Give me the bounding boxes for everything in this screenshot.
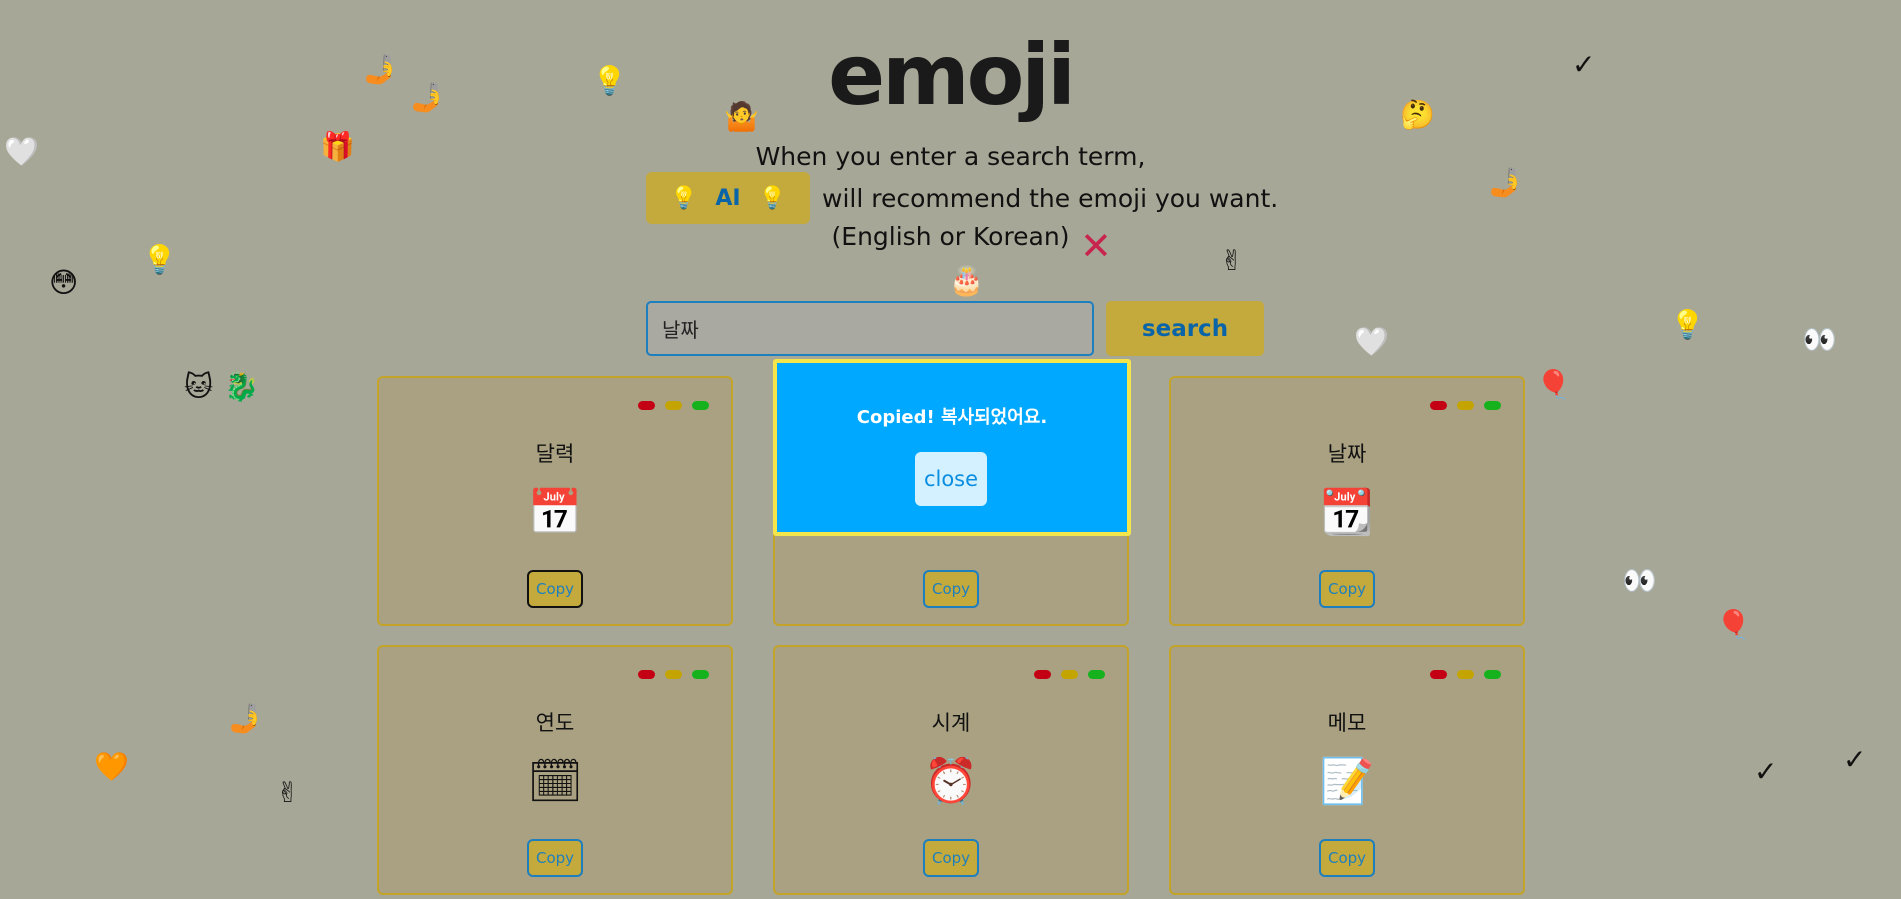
copy-button[interactable]: Copy	[527, 570, 583, 608]
card-title: 날짜	[1327, 442, 1367, 466]
ai-label: AI	[715, 185, 741, 211]
ai-description: will recommend the emoji you want.	[822, 183, 1279, 213]
copy-button[interactable]: Copy	[1319, 839, 1375, 877]
check-icon: ✓	[1843, 743, 1867, 776]
eyes-icon: 👀	[1622, 564, 1657, 597]
window-dots	[638, 401, 709, 410]
card-title: 메모	[1327, 711, 1367, 735]
emoji-card: 메모 📝 Copy	[1169, 645, 1525, 895]
search-input[interactable]	[646, 301, 1094, 356]
flushed-face-icon: 😳	[49, 266, 79, 299]
selfie-icon: 🤳	[363, 53, 398, 86]
emoji-card: 달력 📅 Copy	[377, 376, 733, 626]
check-icon: ✓	[1572, 48, 1596, 81]
emoji-card: 시계 ⏰ Copy	[773, 645, 1129, 895]
lightbulb-icon: 💡	[142, 243, 177, 276]
selfie-icon: 🤳	[1488, 166, 1523, 199]
copy-button[interactable]: Copy	[1319, 570, 1375, 608]
selfie-icon: 🤳	[228, 702, 263, 735]
selfie-icon: 🤳	[410, 81, 445, 114]
ai-badge: 💡 AI 💡	[646, 172, 810, 224]
eyes-icon: 👀	[1802, 323, 1837, 356]
window-dots	[1430, 670, 1501, 679]
shrug-icon: 🤷	[724, 100, 759, 133]
modal-message: Copied! 복사되었어요.	[856, 407, 1048, 428]
card-title: 달력	[535, 442, 575, 466]
lightbulb-icon: 💡	[758, 185, 787, 211]
calendar-icon: 📆	[1319, 487, 1375, 538]
check-icon: ✓	[1754, 755, 1778, 788]
gift-icon: 🎁	[320, 130, 355, 163]
alarm-clock-icon: ⏰	[923, 756, 979, 807]
search-button[interactable]: search	[1106, 301, 1264, 356]
balloon-icon: 🎈	[1716, 608, 1751, 641]
window-dots	[638, 670, 709, 679]
dragon-icon: 🐉	[224, 370, 259, 403]
victory-hand-icon: ✌	[276, 776, 300, 809]
copy-button[interactable]: Copy	[923, 570, 979, 608]
app-logo: emoji	[828, 26, 1076, 124]
spiral-calendar-icon: 🗓	[527, 756, 583, 807]
intro-line-1: When you enter a search term,	[755, 142, 1146, 171]
victory-hand-icon: ✌	[1220, 244, 1244, 277]
emoji-card: 연도 🗓 Copy	[377, 645, 733, 895]
card-title: 연도	[535, 711, 575, 735]
card-title: 시계	[931, 711, 971, 735]
intro-line-2: 💡 AI 💡 will recommend the emoji you want…	[646, 172, 1278, 224]
cake-icon: 🎂	[949, 264, 984, 297]
cat-icon: 🐱	[184, 370, 214, 403]
copy-button[interactable]: Copy	[527, 839, 583, 877]
emoji-card: 날짜 📆 Copy	[1169, 376, 1525, 626]
clear-icon[interactable]: ✕	[1080, 226, 1112, 266]
copy-button[interactable]: Copy	[923, 839, 979, 877]
thinking-face-icon: 🤔	[1400, 98, 1435, 131]
white-heart-icon: 🤍	[4, 135, 39, 168]
lightbulb-icon: 💡	[592, 64, 627, 97]
white-heart-icon: 🤍	[1354, 325, 1389, 358]
intro-line-3: (English or Korean)	[831, 222, 1070, 251]
window-dots	[1430, 401, 1501, 410]
calendar-icon: 📅	[527, 487, 583, 538]
modal-close-button[interactable]: close	[915, 452, 987, 506]
lightbulb-icon: 💡	[669, 185, 698, 211]
balloon-icon: 🎈	[1536, 368, 1571, 401]
lightbulb-icon: 💡	[1670, 308, 1705, 341]
copied-modal: Copied! 복사되었어요. close	[773, 359, 1131, 536]
memo-icon: 📝	[1319, 756, 1375, 807]
orange-heart-icon: 🧡	[94, 750, 129, 783]
window-dots	[1034, 670, 1105, 679]
